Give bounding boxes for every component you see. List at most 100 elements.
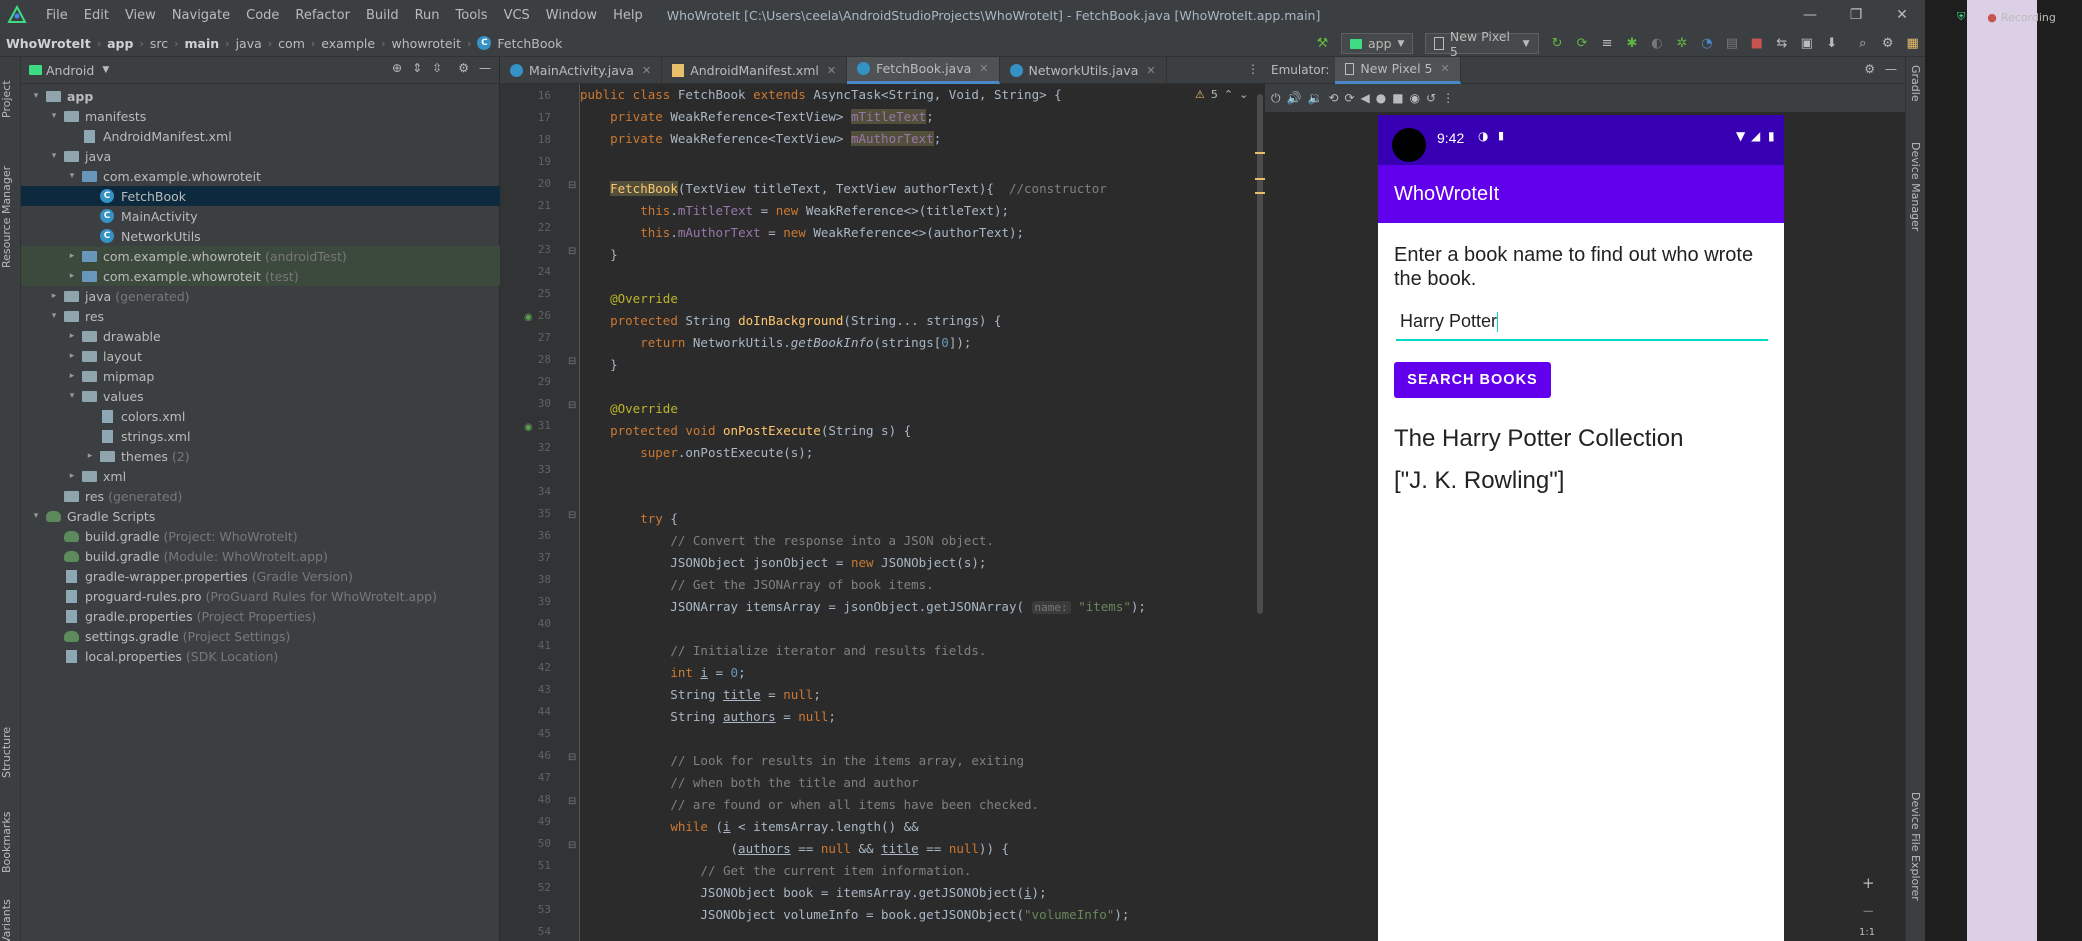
tree-item[interactable]: ▾ app — [21, 86, 500, 106]
chevron-right-icon[interactable]: ▸ — [65, 371, 79, 381]
profiler-icon[interactable]: ◔ — [1698, 35, 1715, 53]
tree-item[interactable]: build.gradle (Project: WhoWroteIt) — [21, 526, 500, 546]
warning-marker[interactable] — [1255, 178, 1265, 180]
zoom-out-icon[interactable]: − — [1862, 902, 1875, 920]
tree-item[interactable]: ▸ java (generated) — [21, 286, 500, 306]
rotate-right-icon[interactable]: ⟳ — [1344, 91, 1354, 105]
rerun-icon[interactable]: ↻ — [1549, 35, 1566, 53]
home-icon[interactable]: ● — [1376, 91, 1386, 105]
fold-icon[interactable]: ⊟ — [568, 840, 576, 851]
chevron-down-icon[interactable]: ▾ — [47, 311, 61, 321]
tree-item[interactable]: ▸ com.example.whowroteit (test) — [21, 266, 500, 286]
run-config-select[interactable]: app ▼ — [1340, 33, 1414, 54]
tree-item[interactable]: strings.xml — [21, 426, 500, 446]
tree-item[interactable]: ▸ mipmap — [21, 366, 500, 386]
minimize-icon[interactable]: — — [1787, 0, 1833, 30]
tree-item[interactable]: build.gradle (Module: WhoWroteIt.app) — [21, 546, 500, 566]
override-icon[interactable]: ◉ — [524, 312, 533, 323]
hide-icon[interactable]: — — [479, 61, 491, 75]
breadcrumb-fetchbook[interactable]: FetchBook — [491, 36, 568, 51]
tree-item[interactable]: C NetworkUtils — [21, 226, 500, 246]
avd-manager-icon[interactable]: ▣ — [1798, 35, 1815, 53]
gear-icon[interactable]: ⚙ — [1864, 62, 1875, 76]
tree-item[interactable]: ▾ values — [21, 386, 500, 406]
phone-screen[interactable]: 9:42 ◑ ▮ ▼ ◢ ▮ WhoWroteIt Enter a book n… — [1378, 115, 1784, 941]
tree-item[interactable]: gradle.properties (Project Properties) — [21, 606, 500, 626]
device-select[interactable]: New Pixel 5 ▼ — [1425, 29, 1539, 59]
chevron-right-icon[interactable]: ▸ — [47, 291, 61, 301]
menu-navigate[interactable]: Navigate — [164, 8, 238, 23]
expand-all-icon[interactable]: ⇕ — [412, 61, 422, 75]
hammer-icon[interactable]: ⚒ — [1314, 35, 1331, 53]
zoom-in-icon[interactable]: + — [1862, 874, 1875, 892]
menu-help[interactable]: Help — [605, 8, 651, 23]
chevron-up-icon[interactable]: ⌃ — [1224, 88, 1233, 101]
chevron-right-icon[interactable]: ▸ — [65, 471, 79, 481]
hide-icon[interactable]: — — [1885, 62, 1897, 76]
tab-fetchbook[interactable]: FetchBook.java ✕ — [847, 56, 1000, 84]
logcat-icon[interactable]: ≡ — [1599, 35, 1616, 53]
device-file-explorer-tool-tab[interactable]: Device File Explorer — [1909, 792, 1922, 932]
breadcrumb-com[interactable]: com — [272, 36, 311, 51]
breadcrumb-example[interactable]: example — [315, 36, 381, 51]
chevron-down-icon[interactable]: ▾ — [47, 111, 61, 121]
fold-icon[interactable]: ⊟ — [568, 356, 576, 367]
gradle-tool-tab[interactable]: Gradle — [1909, 65, 1922, 125]
tree-item[interactable]: ▾ Gradle Scripts — [21, 506, 500, 526]
tree-item[interactable]: ▾ res — [21, 306, 500, 326]
chevron-down-icon[interactable]: ▾ — [29, 91, 43, 101]
tree-item[interactable]: proguard-rules.pro (ProGuard Rules for Wh… — [21, 586, 500, 606]
structure-tool-tab[interactable]: Structure — [0, 717, 21, 787]
menu-build[interactable]: Build — [358, 8, 407, 23]
volume-down-icon[interactable]: 🔉 — [1307, 91, 1322, 105]
attach-debugger-icon[interactable]: ✲ — [1673, 35, 1690, 53]
menu-code[interactable]: Code — [238, 8, 287, 23]
tree-item[interactable]: ▸ drawable — [21, 326, 500, 346]
tree-item[interactable]: ▾ java — [21, 146, 500, 166]
menu-run[interactable]: Run — [407, 8, 448, 23]
sdk-manager-icon[interactable]: ⬇ — [1823, 35, 1840, 53]
close-icon[interactable]: ✕ — [1440, 62, 1449, 75]
warning-marker[interactable] — [1255, 192, 1265, 194]
warning-marker[interactable] — [1255, 152, 1265, 154]
close-icon[interactable]: ✕ — [979, 62, 988, 75]
breadcrumb-main[interactable]: main — [179, 36, 226, 51]
tab-networkutils[interactable]: NetworkUtils.java ✕ — [1000, 56, 1167, 84]
device-manager-tool-tab[interactable]: Device Manager — [1909, 142, 1922, 252]
fold-icon[interactable]: ⊟ — [568, 180, 576, 191]
gear-icon[interactable]: ⚙ — [458, 61, 469, 75]
tree-item[interactable]: colors.xml — [21, 406, 500, 426]
close-icon[interactable]: ✕ — [827, 64, 836, 77]
fold-icon[interactable]: ⊟ — [568, 510, 576, 521]
tab-new-pixel-5[interactable]: New Pixel 5 ✕ — [1335, 56, 1461, 84]
tree-item[interactable]: ▾ com.example.whowroteit — [21, 166, 500, 186]
breadcrumb-module[interactable]: app — [101, 36, 139, 51]
tree-item[interactable]: C MainActivity — [21, 206, 500, 226]
breadcrumb-whowroteit[interactable]: whowroteit — [386, 36, 468, 51]
inspection-widget[interactable]: ⚠ 5 ⌃ ⌄ — [1195, 88, 1248, 101]
power-icon[interactable]: ⏻ — [1271, 91, 1281, 106]
code-editor[interactable]: public class FetchBook extends AsyncTask… — [580, 84, 1260, 941]
sync-gradle-icon[interactable]: ⇆ — [1773, 35, 1790, 53]
restore-icon[interactable]: ❐ — [1833, 0, 1879, 30]
camera-icon[interactable]: ◉ — [1410, 91, 1420, 105]
menu-edit[interactable]: Edit — [76, 8, 117, 23]
tree-item[interactable]: ▸ com.example.whowroteit (androidTest) — [21, 246, 500, 266]
chevron-down-icon[interactable]: ▾ — [29, 511, 43, 521]
breadcrumb-src[interactable]: src — [144, 36, 174, 51]
chevron-down-icon[interactable]: ▾ — [47, 151, 61, 161]
debug-icon[interactable]: ✱ — [1624, 35, 1641, 53]
tree-item[interactable]: ▸ themes (2) — [21, 446, 500, 466]
snapshot-icon[interactable]: ↺ — [1426, 91, 1436, 105]
fold-icon[interactable]: ⊟ — [568, 796, 576, 807]
menu-tools[interactable]: Tools — [448, 8, 496, 23]
more-icon[interactable]: ⋮ — [1442, 91, 1454, 105]
menu-view[interactable]: View — [117, 8, 164, 23]
coverage-icon[interactable]: ▤ — [1723, 35, 1740, 53]
menu-file[interactable]: File — [38, 8, 76, 23]
close-icon[interactable]: ✕ — [1879, 0, 1925, 30]
tree-item[interactable]: local.properties (SDK Location) — [21, 646, 500, 666]
search-icon[interactable]: ⌕ — [1854, 35, 1871, 53]
stop-icon[interactable]: ■ — [1748, 35, 1765, 53]
chevron-right-icon[interactable]: ▸ — [65, 271, 79, 281]
